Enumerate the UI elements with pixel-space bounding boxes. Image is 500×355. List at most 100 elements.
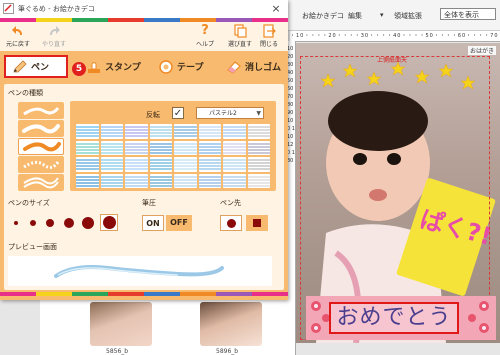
swatch-stripe	[223, 168, 246, 170]
pen-size-label: ペンのサイズ	[8, 199, 50, 207]
color-swatch[interactable]	[100, 124, 123, 139]
pen-tip-round-button[interactable]	[220, 215, 242, 231]
color-swatch[interactable]	[198, 124, 221, 139]
color-swatch[interactable]	[247, 140, 270, 155]
swatch-stripe	[198, 178, 221, 181]
pen-size-option[interactable]	[64, 218, 74, 228]
color-swatch[interactable]	[76, 124, 99, 139]
swatch-stripe	[223, 175, 246, 178]
color-swatch[interactable]	[198, 157, 221, 172]
pen-type-option[interactable]	[18, 156, 64, 173]
pen-size-option-selected[interactable]	[100, 214, 118, 231]
color-swatch[interactable]	[198, 140, 221, 155]
swatch-stripe	[76, 132, 99, 134]
reselect-button[interactable]: 選び直す	[228, 24, 252, 48]
pen-size-option[interactable]	[30, 220, 36, 226]
help-button[interactable]: ? ヘルプ	[196, 23, 214, 49]
color-swatch[interactable]	[223, 124, 246, 139]
palette-select-value: パステル2	[209, 110, 237, 117]
color-swatch[interactable]	[76, 157, 99, 172]
palette-select[interactable]: パステル2 ▼	[196, 107, 264, 119]
color-swatch[interactable]	[125, 173, 148, 188]
congratulations-text[interactable]: おめでとう	[329, 302, 459, 334]
exit-button[interactable]: 閉じる	[260, 24, 278, 48]
color-swatch[interactable]	[149, 124, 172, 139]
color-swatch[interactable]	[149, 173, 172, 188]
swatch-stripe	[198, 135, 221, 137]
thumbnail-image[interactable]	[200, 302, 262, 346]
color-swatch[interactable]	[247, 124, 270, 139]
swatch-stripe	[76, 162, 99, 164]
color-swatch[interactable]	[149, 140, 172, 155]
swatch-stripe	[125, 168, 148, 170]
swatch-stripe	[100, 148, 123, 151]
swatch-stripe	[125, 129, 148, 131]
swatch-stripe	[198, 162, 221, 164]
pen-type-option[interactable]	[18, 102, 64, 119]
star-decoration[interactable]	[320, 60, 480, 100]
pen-type-option[interactable]	[18, 174, 64, 191]
redo-button[interactable]: やり直す	[42, 24, 66, 48]
color-swatch[interactable]	[100, 173, 123, 188]
tab-stamp[interactable]: スタンプ	[86, 58, 141, 75]
undo-button[interactable]: 元に戻す	[6, 24, 30, 48]
strip-segment	[36, 292, 72, 296]
color-swatch[interactable]	[100, 140, 123, 155]
color-swatch[interactable]	[223, 173, 246, 188]
pen-type-option[interactable]	[18, 120, 64, 137]
dialog-titlebar[interactable]: 筆ぐるめ - お絵かきデコ ×	[0, 0, 288, 19]
swatch-stripe	[76, 181, 99, 184]
color-swatch[interactable]	[174, 173, 197, 188]
tab-pen[interactable]: ペン	[4, 55, 68, 78]
tab-eraser[interactable]: 消しゴム	[226, 58, 281, 75]
color-swatch[interactable]	[223, 157, 246, 172]
color-swatch[interactable]	[198, 173, 221, 188]
menu-dropdown-caret-icon[interactable]: ▾	[380, 11, 384, 19]
color-swatch[interactable]	[174, 124, 197, 139]
color-swatch[interactable]	[76, 140, 99, 155]
swatch-stripe	[149, 178, 172, 181]
color-swatch[interactable]	[125, 157, 148, 172]
color-swatch-grid	[76, 124, 270, 188]
swatch-stripe	[223, 151, 246, 154]
color-swatch[interactable]	[76, 173, 99, 188]
pen-tip-square-button[interactable]	[246, 215, 268, 231]
color-swatch[interactable]	[125, 140, 148, 155]
swatch-stripe	[149, 135, 172, 137]
swatch-stripe	[174, 129, 197, 131]
swatch-stripe	[100, 126, 123, 128]
invert-checkbox[interactable]: ✓	[172, 107, 184, 119]
swatch-stripe	[100, 129, 123, 131]
swatch-stripe	[76, 148, 99, 151]
color-swatch[interactable]	[174, 157, 197, 172]
pen-size-option[interactable]	[46, 219, 54, 227]
thumbnail-image[interactable]	[90, 302, 152, 346]
swatch-stripe	[223, 181, 246, 184]
swatch-stripe	[247, 178, 270, 181]
menu-edit[interactable]: 編集	[348, 11, 362, 21]
close-icon[interactable]: ×	[270, 3, 282, 15]
swatch-stripe	[76, 175, 99, 178]
tab-tape[interactable]: テープ	[158, 58, 203, 75]
swatch-stripe	[247, 126, 270, 128]
color-swatch[interactable]	[125, 124, 148, 139]
color-swatch[interactable]	[174, 140, 197, 155]
pressure-on-button[interactable]: ON	[142, 215, 164, 231]
pen-type-option-selected[interactable]	[18, 138, 64, 155]
menu-tab-ohagaki[interactable]: お絵かきデコ	[302, 11, 344, 21]
swatch-stripe	[125, 132, 148, 134]
pen-size-option[interactable]	[82, 217, 94, 229]
pen-size-option[interactable]	[14, 221, 18, 225]
color-swatch[interactable]	[100, 157, 123, 172]
color-swatch[interactable]	[223, 140, 246, 155]
color-swatch[interactable]	[247, 157, 270, 172]
swatch-stripe	[223, 162, 246, 164]
swatch-stripe	[125, 165, 148, 167]
swatch-stripe	[174, 126, 197, 128]
help-icon: ?	[201, 23, 209, 38]
pressure-off-button[interactable]: OFF	[166, 215, 192, 231]
color-swatch[interactable]	[149, 157, 172, 172]
color-swatch[interactable]	[247, 173, 270, 188]
zoom-select[interactable]: 全体を表示	[440, 8, 496, 20]
swatch-stripe	[76, 184, 99, 187]
